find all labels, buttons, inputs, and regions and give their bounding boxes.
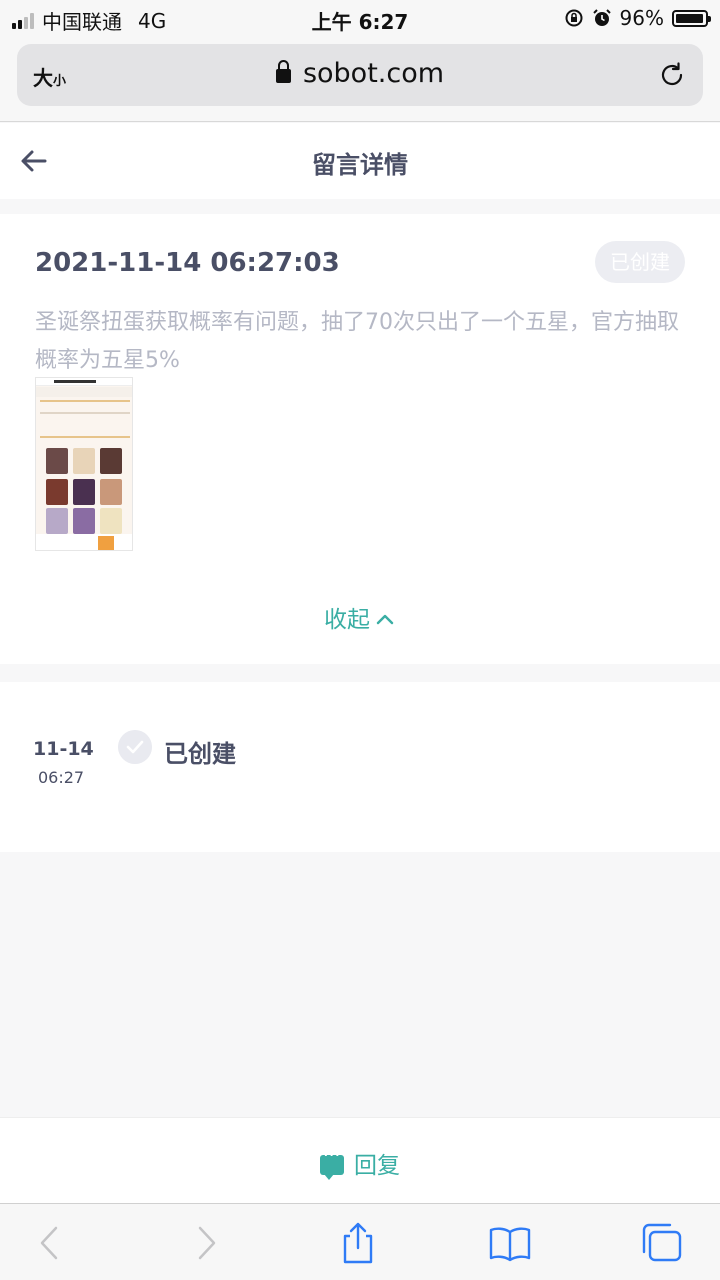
thumb-card [73, 448, 95, 474]
thumb-card [46, 479, 68, 505]
thumb-card [73, 508, 95, 534]
ticket-datetime: 2021-11-14 06:27:03 [35, 248, 340, 278]
collapse-label: 收起 [324, 607, 370, 633]
ticket-content: 圣诞祭扭蛋获取概率有问题，抽了70次只出了一个五星，官方抽取概率为五星5% [35, 310, 679, 373]
reply-button[interactable]: 回复 [0, 1145, 720, 1180]
ticket-card: 2021-11-14 06:27:03 已创建 圣诞祭扭蛋获取概率有问题，抽了7… [0, 214, 720, 664]
timeline-status: 已创建 [164, 740, 236, 768]
reload-icon[interactable] [657, 60, 687, 90]
check-icon [118, 730, 152, 764]
thumb-header [36, 387, 132, 397]
browser-toolbar [0, 1203, 720, 1280]
ticket-timeline: 11-14 06:27 已创建 [0, 682, 720, 852]
thumb-browser-bar [36, 378, 132, 386]
bookmarks-icon[interactable] [488, 1222, 532, 1264]
reply-label: 回复 [354, 1153, 400, 1179]
url-field[interactable]: 大小 sobot.com [17, 44, 703, 106]
domain-text: sobot.com [302, 58, 445, 89]
collapse-button[interactable]: 收起 [0, 600, 720, 634]
thumb-dock-item [98, 536, 114, 550]
share-icon[interactable] [336, 1222, 380, 1264]
attachment-thumbnail[interactable] [35, 377, 133, 551]
reply-bar: 回复 [0, 1117, 720, 1203]
thumb-card [100, 448, 122, 474]
status-badge: 已创建 [595, 241, 685, 283]
chevron-up-icon [376, 614, 394, 625]
battery-icon [672, 9, 711, 27]
lock-icon [275, 60, 291, 83]
battery-percent: 96% [619, 6, 664, 30]
back-icon[interactable] [28, 1222, 72, 1264]
orientation-lock-icon [565, 9, 583, 27]
tabs-icon[interactable] [640, 1222, 684, 1264]
battery-fill [676, 13, 703, 23]
timeline-date: 11-14 [33, 738, 94, 760]
thumb-card [100, 479, 122, 505]
forward-icon[interactable] [184, 1222, 228, 1264]
browser-address-bar: 大小 sobot.com [0, 36, 720, 122]
thumb-dock [36, 534, 132, 550]
thumb-card [73, 479, 95, 505]
thumb-card [46, 448, 68, 474]
chat-icon [320, 1145, 344, 1180]
thumb-card [46, 508, 68, 534]
url-domain[interactable]: sobot.com [17, 58, 703, 89]
page-header: 留言详情 [0, 123, 720, 199]
thumb-divider [40, 436, 130, 438]
timeline-time: 06:27 [38, 768, 85, 787]
alarm-icon [592, 9, 611, 26]
thumb-card [100, 508, 122, 534]
status-right: 96% [564, 6, 711, 30]
page-title: 留言详情 [312, 151, 408, 179]
thumb-divider [40, 400, 130, 402]
thumb-divider [40, 412, 130, 414]
status-bar: 中国联通 4G 上午 6:27 96% [0, 0, 720, 36]
